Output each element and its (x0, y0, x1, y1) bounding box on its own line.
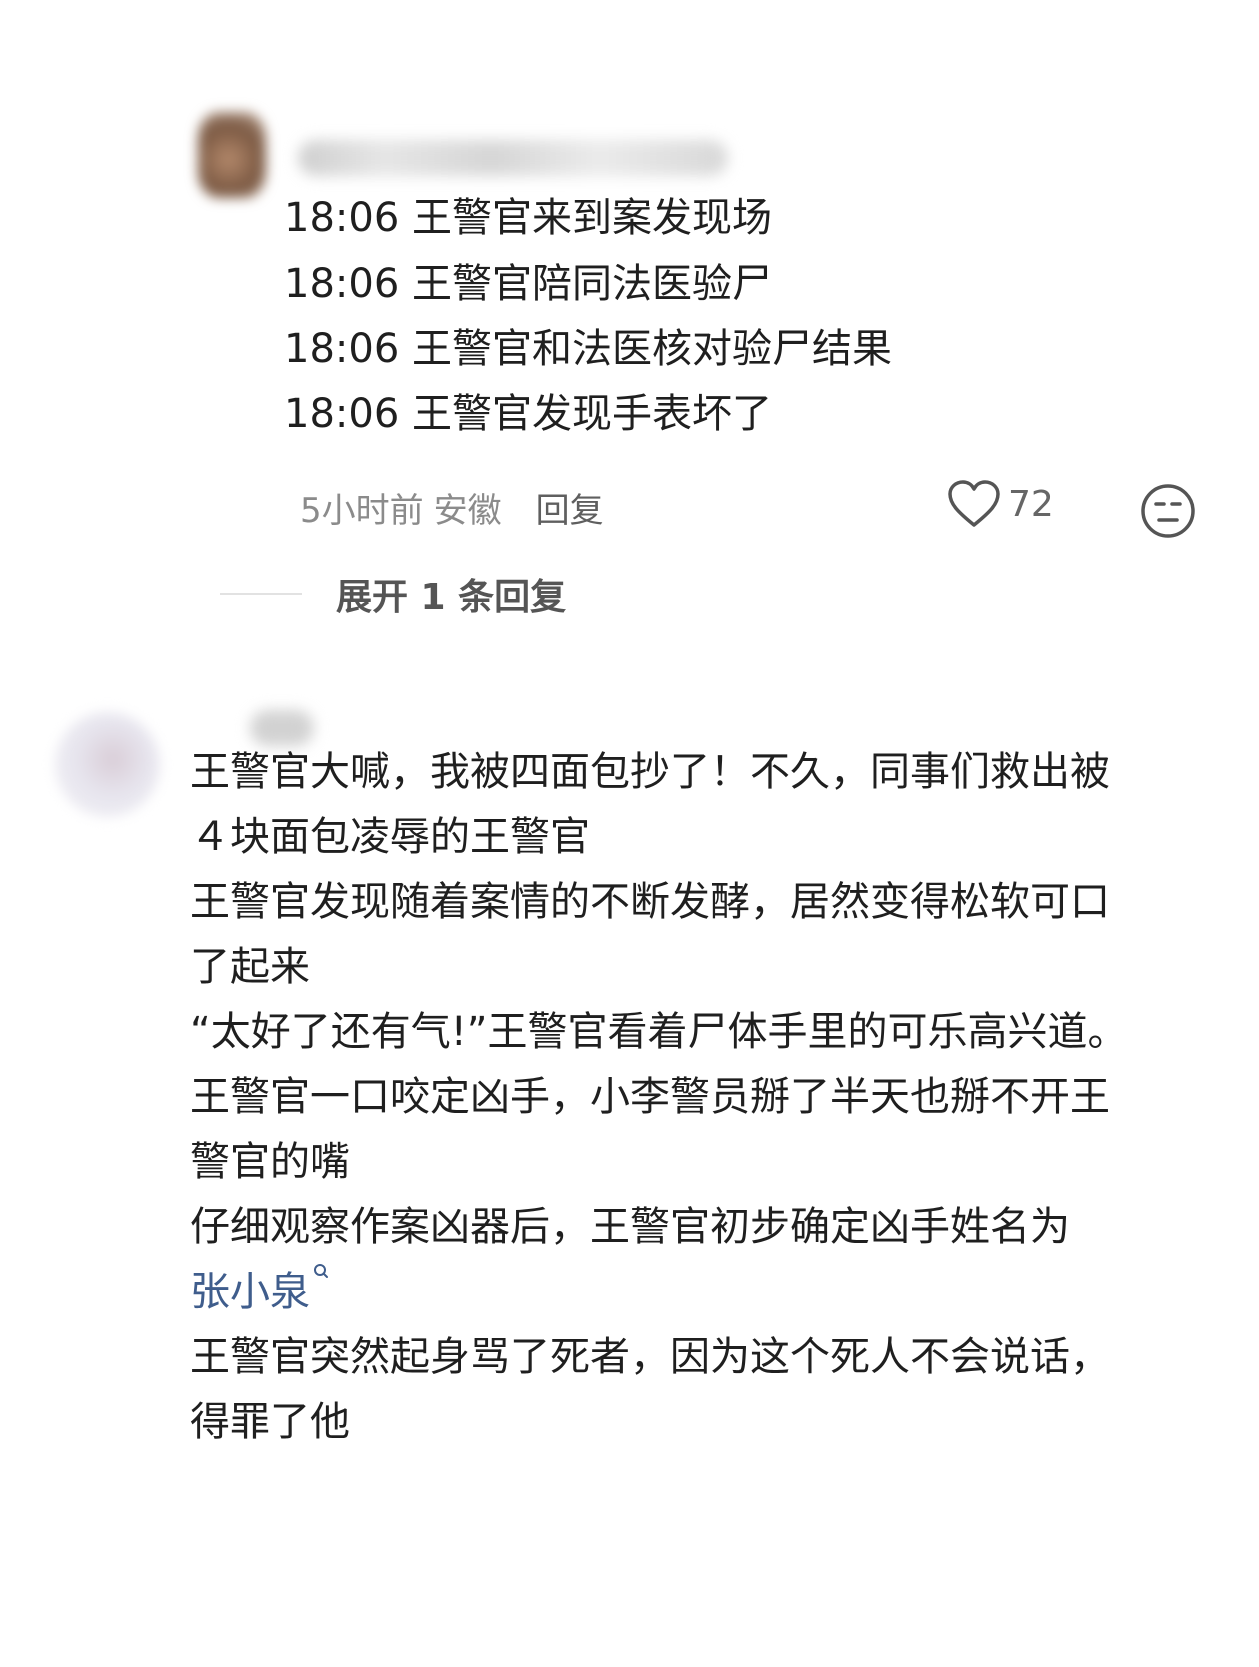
comment-line: 18:06 王警官来到案发现场 (284, 195, 772, 241)
comment-time: 5小时前 (300, 490, 424, 531)
comment-line: 王警官突然起身骂了死者，因为这个死人不会说话， (190, 1334, 1110, 1380)
avatar[interactable] (55, 712, 160, 817)
comment-line: 了起来 (190, 944, 310, 990)
like-button[interactable]: 72 (946, 478, 1054, 530)
search-link[interactable]: 张小泉 (190, 1269, 310, 1315)
username-blurred[interactable] (298, 140, 728, 176)
search-mini-icon (314, 1264, 328, 1278)
heart-outline-icon (948, 480, 1000, 527)
comment-line: 18:06 王警官陪同法医验尸 (284, 261, 772, 307)
avatar[interactable] (198, 112, 266, 198)
comment-meta: 5小时前 安徽 回复 (300, 482, 604, 532)
comment-line: “太好了还有气!”王警官看着尸体手里的可乐高兴道。 (190, 1009, 1128, 1055)
comment-location: 安徽 (433, 490, 502, 531)
divider-line (220, 593, 302, 595)
expand-replies-label: 展开 1 条回复 (336, 577, 567, 618)
neutral-face-icon[interactable] (1139, 482, 1197, 540)
comment-line: 王警官发现随着案情的不断发酵，居然变得松软可口 (190, 879, 1110, 925)
like-count: 72 (1008, 483, 1054, 525)
comment-line: 王警官大喊，我被四面包抄了！不久，同事们救出被 (190, 749, 1110, 795)
expand-replies-button[interactable]: 展开 1 条回复 (220, 568, 566, 620)
comment-line: 得罪了他 (190, 1399, 350, 1445)
comment-line: 仔细观察作案凶器后，王警官初步确定凶手姓名为 (190, 1204, 1070, 1250)
comment-line: 18:06 王警官发现手表坏了 (284, 391, 772, 437)
reply-button[interactable]: 回复 (536, 483, 604, 532)
comment-line: ４块面包凌辱的王警官 (190, 814, 590, 860)
comment-line: 警官的嘴 (190, 1139, 350, 1185)
search-link-line: 张小泉 (190, 1258, 330, 1326)
comment-line: 王警官一口咬定凶手，小李警员掰了半天也掰不开王 (190, 1074, 1110, 1120)
comment-line: 18:06 王警官和法医核对验尸结果 (284, 326, 892, 372)
